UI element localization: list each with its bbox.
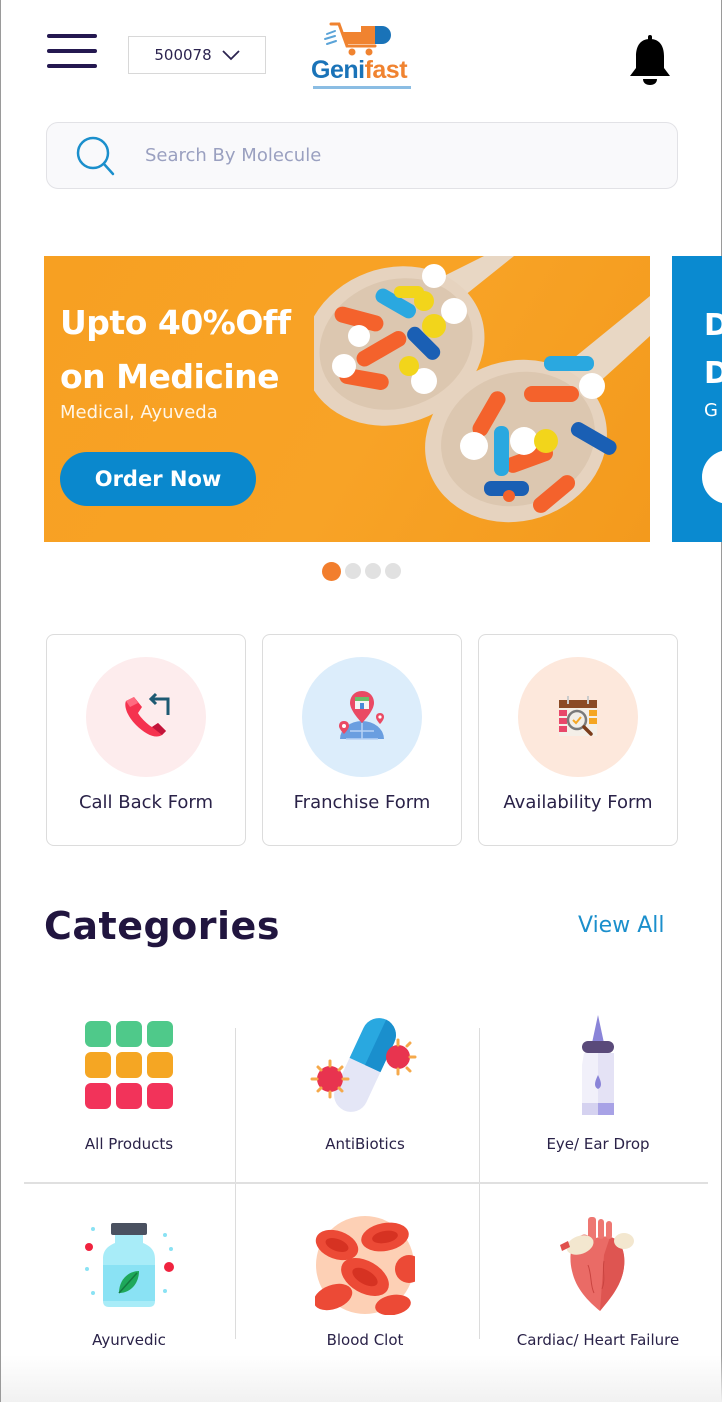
category-label: Cardiac/ Heart Failure — [516, 1331, 680, 1349]
availability-form-label: Availability Form — [503, 792, 653, 813]
pincode-value: 500078 — [154, 46, 212, 64]
heart-icon — [543, 1210, 653, 1320]
category-eye-ear-drop[interactable]: Eye/ Ear Drop — [493, 1010, 703, 1175]
next-banner-title-line2: D — [704, 356, 722, 391]
carousel-dot-2[interactable] — [345, 563, 361, 579]
carousel-dot-4[interactable] — [385, 563, 401, 579]
search-icon — [76, 136, 115, 175]
grid-divider — [479, 1184, 480, 1339]
hamburger-menu-button[interactable] — [47, 32, 97, 72]
carousel-dot-3[interactable] — [365, 563, 381, 579]
franchise-form-label: Franchise Form — [293, 792, 431, 813]
category-cardiac-heart-failure[interactable]: Cardiac/ Heart Failure — [493, 1210, 703, 1375]
search-input[interactable] — [145, 145, 645, 166]
carousel-dot-1[interactable] — [322, 562, 341, 581]
category-ayurvedic[interactable]: Ayurvedic — [24, 1210, 234, 1375]
menu-bar — [47, 64, 97, 68]
franchise-icon-circle — [302, 657, 422, 777]
view-all-link[interactable]: View All — [578, 913, 664, 938]
next-banner-cta[interactable] — [702, 450, 722, 504]
category-label: All Products — [84, 1135, 174, 1153]
banner-title: Upto 40%Off on Medicine — [60, 303, 291, 396]
dropper-bottle-icon — [543, 1010, 653, 1120]
app-header: 500078 Genifast — [1, 0, 722, 110]
search-bar[interactable] — [46, 122, 678, 189]
genifast-logo[interactable]: Genifast — [309, 20, 417, 90]
call-back-icon-circle — [86, 657, 206, 777]
next-banner-subtitle: G — [704, 400, 718, 421]
capsule-bacteria-icon — [310, 1010, 420, 1120]
menu-bar — [47, 34, 97, 38]
chevron-down-icon — [221, 50, 240, 61]
pills-spoons-image — [314, 256, 650, 523]
categories-heading: Categories — [44, 904, 280, 948]
category-blood-clot[interactable]: Blood Clot — [260, 1210, 470, 1375]
category-antibiotics[interactable]: AntiBiotics — [260, 1010, 470, 1175]
availability-form-card[interactable]: Availability Form — [478, 634, 678, 846]
franchise-form-card[interactable]: Franchise Form — [262, 634, 462, 846]
order-now-button[interactable]: Order Now — [60, 452, 256, 506]
availability-icon-circle — [518, 657, 638, 777]
grid-divider — [235, 1184, 236, 1339]
logo-text-primary: Geni — [311, 56, 365, 84]
logo-text: Genifast — [311, 56, 408, 84]
category-label: Eye/ Ear Drop — [546, 1135, 650, 1153]
cart-pill-icon — [324, 22, 391, 56]
pincode-selector[interactable]: 500078 — [128, 36, 266, 74]
blood-cells-icon — [310, 1210, 420, 1320]
category-label: Blood Clot — [326, 1331, 404, 1349]
carousel-indicator — [322, 562, 401, 581]
next-promo-banner[interactable]: D D G — [672, 256, 722, 542]
category-all-products[interactable]: All Products — [24, 1010, 234, 1175]
call-back-form-card[interactable]: Call Back Form — [46, 634, 246, 846]
logo-text-secondary: fast — [364, 56, 408, 84]
promo-banner[interactable]: Upto 40%Off on Medicine Medical, Ayuveda… — [44, 256, 650, 542]
calendar-search-icon — [559, 696, 597, 736]
next-banner-title-line1: D — [704, 308, 722, 343]
phone-callback-icon — [125, 692, 170, 737]
banner-subtitle: Medical, Ayuveda — [60, 402, 218, 423]
category-label: AntiBiotics — [325, 1135, 405, 1153]
call-back-form-label: Call Back Form — [78, 792, 214, 813]
franchise-location-icon — [339, 691, 384, 740]
grid-divider — [479, 1028, 480, 1183]
grid-divider — [235, 1028, 236, 1183]
logo-underline — [313, 86, 411, 89]
notification-bell-icon[interactable] — [627, 34, 673, 86]
grid-icon — [74, 1010, 184, 1120]
herbal-bottle-icon — [74, 1210, 184, 1320]
grid-divider — [24, 1182, 708, 1184]
category-label: Ayurvedic — [92, 1331, 166, 1349]
categories-grid: All Products AntiBiotics Eye/ Ear Drop A… — [24, 1010, 708, 1350]
menu-bar — [47, 49, 97, 53]
